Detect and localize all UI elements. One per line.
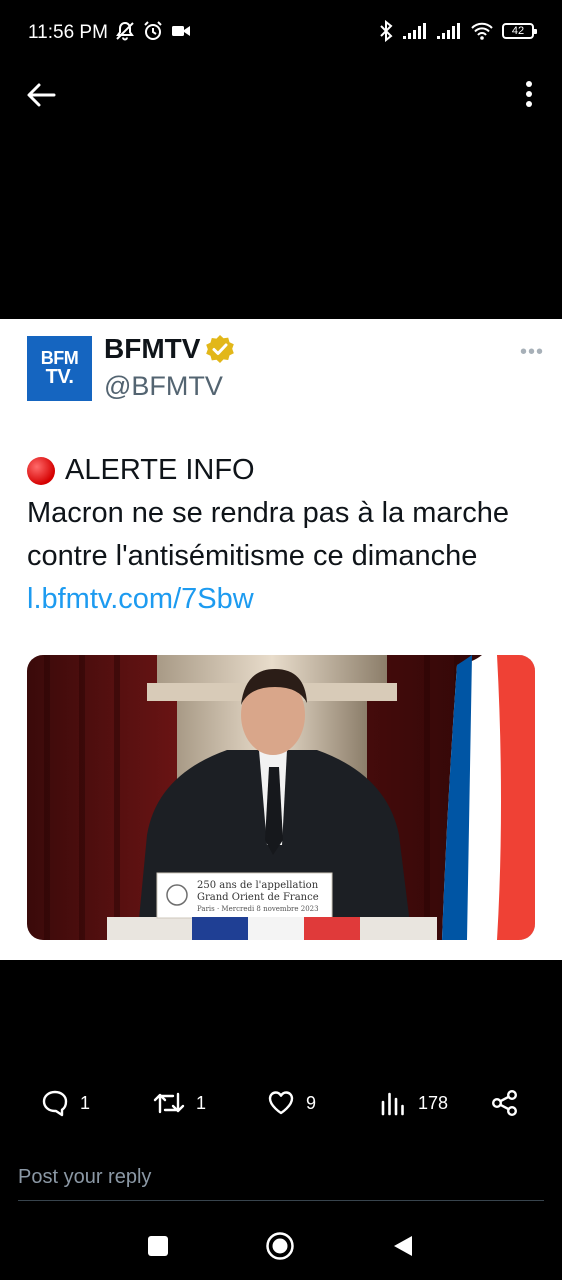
bluetooth-icon — [380, 20, 393, 42]
avatar[interactable]: BFM TV. — [27, 336, 92, 401]
reply-placeholder: Post your reply — [18, 1166, 152, 1188]
alarm-icon — [144, 21, 162, 40]
share-icon — [492, 1090, 518, 1117]
reply-input[interactable]: Post your reply — [18, 1162, 544, 1201]
more-options-icon[interactable] — [520, 78, 538, 110]
tweet-photo[interactable]: 250 ans de l'appellation Grand Orient de… — [27, 655, 535, 940]
status-time: 11:56 PM — [28, 22, 108, 43]
back-triangle-icon[interactable] — [392, 1234, 414, 1258]
like-count: 9 — [306, 1092, 317, 1113]
display-name[interactable]: BFMTV — [104, 333, 236, 365]
wifi-icon — [471, 22, 493, 40]
tweet-card[interactable]: BFM TV. BFMTV @BFMTV ••• ALERTE INFO Mac… — [0, 319, 562, 960]
tweet-body: Macron ne se rendra pas à la marche cont… — [27, 497, 509, 572]
share-action[interactable] — [490, 1088, 520, 1118]
reply-count: 1 — [80, 1092, 91, 1113]
notifications-muted-icon — [116, 21, 134, 41]
back-arrow-icon[interactable] — [24, 80, 58, 110]
home-circle-icon[interactable] — [265, 1231, 295, 1261]
tweet-text: ALERTE INFO Macron ne se rendra pas à la… — [27, 449, 537, 621]
user-handle[interactable]: @BFMTV — [104, 371, 223, 402]
system-nav-bar — [0, 1210, 562, 1280]
avatar-line-2: TV. — [45, 365, 74, 388]
signal-icon — [403, 23, 426, 39]
like-action[interactable]: 9 — [266, 1088, 316, 1118]
podium-sign-line-1: 250 ans de l'appellation — [197, 880, 319, 891]
signal-icon-2 — [437, 23, 460, 39]
repost-icon — [153, 1092, 185, 1114]
display-name-text: BFMTV — [104, 333, 201, 364]
red-circle-icon — [27, 456, 55, 485]
podium-sign-line-3: Paris · Mercredi 8 novembre 2023 — [197, 905, 319, 913]
views-chart-icon — [381, 1092, 404, 1116]
verified-badge-icon — [206, 335, 235, 363]
battery-icon: 42 — [502, 23, 537, 39]
video-camera-icon — [172, 26, 190, 36]
top-bar — [0, 66, 562, 126]
status-bar: 11:56 PM 42 — [0, 0, 562, 66]
views-count: 178 — [418, 1092, 449, 1113]
reply-icon — [42, 1090, 68, 1117]
alert-label: ALERTE INFO — [65, 454, 255, 486]
tweet-link[interactable]: l.bfmtv.com/7Sbw — [27, 583, 254, 615]
heart-icon — [268, 1091, 294, 1115]
reply-action[interactable]: 1 — [40, 1088, 90, 1118]
repost-count: 1 — [196, 1092, 207, 1113]
repost-action[interactable]: 1 — [152, 1088, 206, 1118]
recents-square-icon[interactable] — [147, 1235, 169, 1257]
podium-sign-line-2: Grand Orient de France — [197, 892, 319, 903]
avatar-line-1: BFM — [40, 348, 79, 369]
views-action[interactable]: 178 — [380, 1088, 448, 1118]
card-more-icon[interactable]: ••• — [520, 341, 544, 364]
photo-illustration: 250 ans de l'appellation Grand Orient de… — [27, 655, 535, 940]
tweet-actions: 1 1 9 178 — [0, 1088, 562, 1132]
